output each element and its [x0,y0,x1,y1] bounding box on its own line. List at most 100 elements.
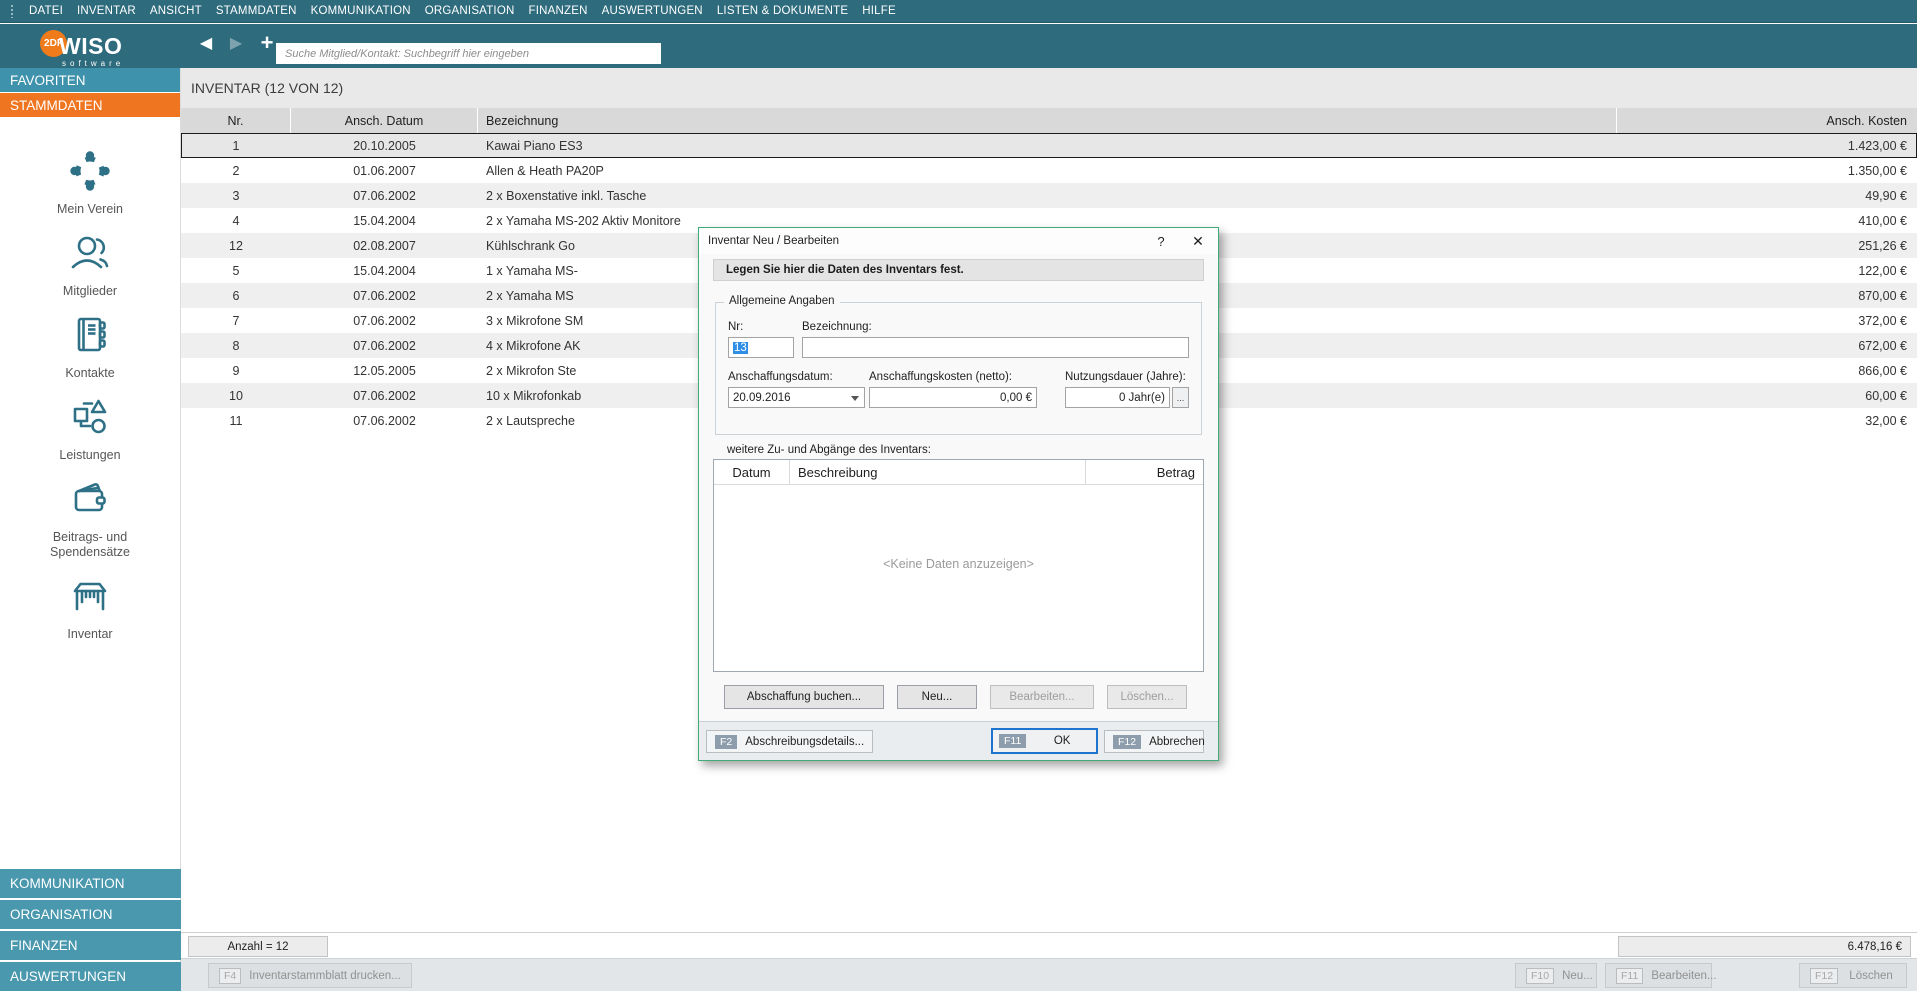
cell-kosten: 866,00 € [1617,358,1917,383]
dialog-list-buttons: Abschaffung buchen... Neu... Bearbeiten.… [724,685,1187,709]
cell-kosten: 672,00 € [1617,333,1917,358]
cell-nr: 4 [181,208,291,233]
forward-arrow-icon[interactable]: ▶ [226,33,246,53]
edit-button[interactable]: F11 Bearbeiten... [1605,963,1712,988]
menu-item[interactable]: STAMMDATEN [209,0,304,23]
allgemeine-angaben-group: Allgemeine Angaben Nr: 13 Bezeichnung: A… [715,302,1202,435]
mitglieder-icon [67,230,113,284]
column-header-datum[interactable]: Ansch. Datum [291,108,478,133]
cell-kosten: 251,26 € [1617,233,1917,258]
abschaffung-buchen-button[interactable]: Abschaffung buchen... [724,685,884,709]
list-column-datum[interactable]: Datum [714,460,790,484]
nr-label: Nr: [728,321,794,333]
anschaffungskosten-value: 0,00 € [1000,392,1032,404]
menu-item[interactable]: AUSWERTUNGEN [595,0,710,23]
anschaffungskosten-label: Anschaffungskosten (netto): [869,371,1037,383]
cell-datum: 15.04.2004 [291,208,478,233]
cell-nr: 11 [181,408,291,433]
ok-button[interactable]: F11 OK [991,728,1098,754]
close-icon[interactable]: ✕ [1178,233,1218,250]
leistungen-icon [67,394,113,448]
more-options-button[interactable]: ... [1172,387,1189,408]
f2-key-badge: F2 [715,735,737,749]
bottom-action-bar: F4 Inventarstammblatt drucken... F10 Neu… [181,958,1917,991]
f12-key-badge: F12 [1113,735,1141,749]
cell-datum: 07.06.2002 [291,333,478,358]
anschaffungsdatum-select[interactable]: 20.09.2016 [728,387,865,408]
menu-item[interactable]: HILFE [855,0,903,23]
abschreibungsdetails-button[interactable]: F2 Abschreibungsdetails... [706,730,873,753]
header-bar: 2DF WISO software ◀ ▶ + [0,24,1917,68]
delete-button[interactable]: F12 Löschen [1799,963,1907,988]
inventar-dialog: Inventar Neu / Bearbeiten ? ✕ Legen Sie … [698,227,1219,761]
sidebar: FAVORITEN STAMMDATEN Mein Verein [0,68,181,991]
beitrags-spendensaetze-icon [67,476,113,530]
new-button[interactable]: F10 Neu... [1515,963,1597,988]
sidebar-section-stammdaten[interactable]: STAMMDATEN [0,93,180,118]
menu-bar: DATEI INVENTAR ANSICHT STAMMDATEN KOMMUN… [0,0,1917,23]
cell-datum: 07.06.2002 [291,308,478,333]
sidebar-section-auswertungen[interactable]: AUSWERTUNGEN [0,962,181,991]
back-arrow-icon[interactable]: ◀ [196,33,216,53]
table-row[interactable]: 3 07.06.2002 2 x Boxenstative inkl. Tasc… [181,183,1917,208]
sidebar-item-mitglieder[interactable]: Mitglieder [63,230,117,299]
dialog-title-bar: Inventar Neu / Bearbeiten ? ✕ [699,228,1218,254]
list-header: Datum Beschreibung Betrag [714,460,1203,485]
list-column-betrag[interactable]: Betrag [1086,460,1203,484]
sidebar-section-favoriten[interactable]: FAVORITEN [0,68,180,93]
nutzungsdauer-field[interactable]: 0 Jahr(e) [1065,387,1170,408]
cell-nr: 3 [181,183,291,208]
cell-kosten: 1.350,00 € [1617,158,1917,183]
sidebar-item-label: Inventar [67,627,112,642]
search-input[interactable] [276,43,661,64]
f12-key-badge: F12 [1810,968,1838,984]
list-loeschen-button[interactable]: Löschen... [1107,685,1187,709]
bezeichnung-field[interactable] [802,337,1189,358]
cell-datum: 02.08.2007 [291,233,478,258]
sidebar-item-beitrags[interactable]: Beitrags- und Spendensätze [15,476,165,560]
table-row[interactable]: 2 01.06.2007 Allen & Heath PA20P 1.350,0… [181,158,1917,183]
menu-item[interactable]: LISTEN & DOKUMENTE [710,0,855,23]
column-header-bezeichnung[interactable]: Bezeichnung [478,108,1617,133]
sidebar-section-finanzen[interactable]: FINANZEN [0,931,181,960]
menu-item[interactable]: INVENTAR [70,0,143,23]
cell-datum: 07.06.2002 [291,408,478,433]
menu-item[interactable]: ANSICHT [143,0,209,23]
f4-key-badge: F4 [219,968,241,984]
column-header-nr[interactable]: Nr. [181,108,291,133]
anschaffungskosten-field[interactable]: 0,00 € [869,387,1037,408]
sidebar-section-kommunikation[interactable]: KOMMUNIKATION [0,869,181,898]
sidebar-item-kontakte[interactable]: Kontakte [65,312,114,381]
list-bearbeiten-button[interactable]: Bearbeiten... [990,685,1094,709]
zugaenge-list-label: weitere Zu- und Abgänge des Inventars: [727,444,931,456]
row-count: Anzahl = 12 [188,936,328,957]
anschaffungsdatum-label: Anschaffungsdatum: [728,371,865,383]
menu-item[interactable]: KOMMUNIKATION [304,0,418,23]
cancel-button[interactable]: F12 Abbrechen [1104,730,1204,753]
cell-bezeichnung: Allen & Heath PA20P [478,158,1617,183]
sidebar-item-label: Mein Verein [57,202,123,217]
cell-datum: 12.05.2005 [291,358,478,383]
menu-item[interactable]: ORGANISATION [418,0,522,23]
table-row[interactable]: 1 20.10.2005 Kawai Piano ES3 1.423,00 € [181,133,1917,158]
nr-field[interactable]: 13 [728,337,794,358]
cell-datum: 07.06.2002 [291,283,478,308]
menu-item[interactable]: FINANZEN [521,0,594,23]
cell-kosten: 49,90 € [1617,183,1917,208]
add-icon[interactable]: + [256,32,278,54]
column-header-kosten[interactable]: Ansch. Kosten [1617,108,1917,133]
cell-kosten: 32,00 € [1617,408,1917,433]
logo-subtitle: software [62,59,124,68]
list-neu-button[interactable]: Neu... [897,685,977,709]
sidebar-item-leistungen[interactable]: Leistungen [59,394,120,463]
sidebar-item-mein-verein[interactable]: Mein Verein [57,148,123,217]
menu-item[interactable]: DATEI [22,0,70,23]
help-icon[interactable]: ? [1144,234,1178,249]
print-inventory-button[interactable]: F4 Inventarstammblatt drucken... [208,963,412,988]
sidebar-section-organisation[interactable]: ORGANISATION [0,900,181,929]
list-column-beschreibung[interactable]: Beschreibung [790,460,1086,484]
cell-nr: 9 [181,358,291,383]
cell-datum: 07.06.2002 [291,383,478,408]
sidebar-item-inventar[interactable]: Inventar [67,573,113,642]
cell-kosten: 1.423,00 € [1617,133,1917,158]
